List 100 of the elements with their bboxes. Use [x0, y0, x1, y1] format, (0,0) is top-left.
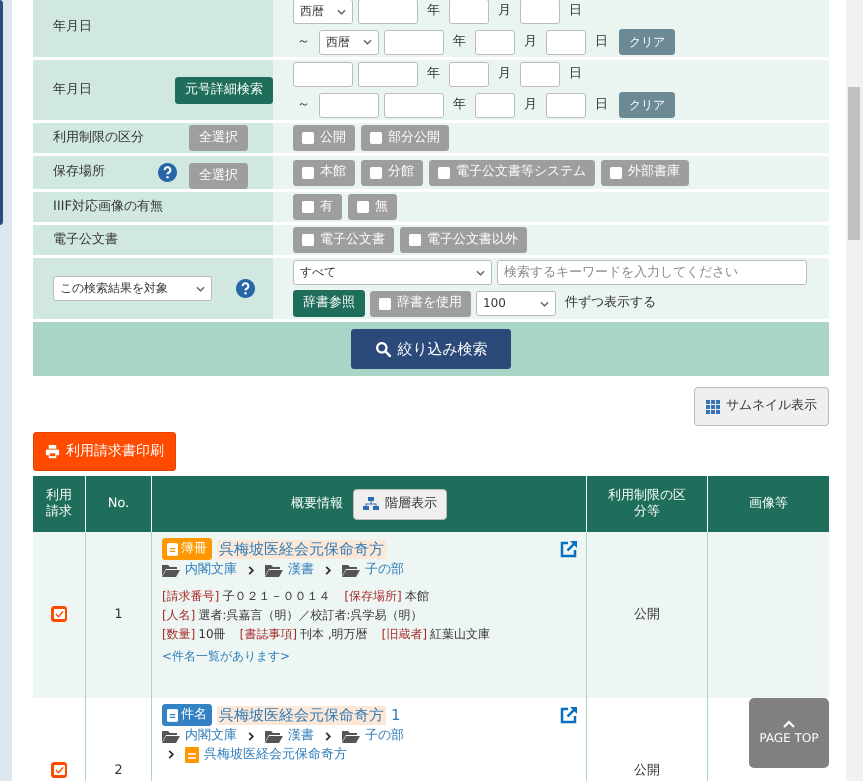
caret-up-icon	[783, 720, 795, 728]
detail-label: [保存場所]	[344, 588, 402, 602]
era-year-field[interactable]	[319, 92, 379, 118]
field-label: 年月日	[53, 18, 93, 36]
unit-label: 年	[452, 96, 467, 114]
day-field[interactable]	[546, 92, 586, 118]
help-icon[interactable]	[158, 163, 177, 182]
era-select[interactable]: 西暦	[293, 0, 353, 24]
folder-icon	[265, 564, 283, 577]
caret-icon	[540, 300, 549, 306]
unit-label: 日	[568, 3, 583, 20]
restriction-text: 公開	[634, 762, 660, 778]
clear-button[interactable]: クリア	[619, 29, 675, 55]
breadcrumb-link[interactable]: 子の部	[365, 728, 404, 744]
hierarchy-view-button[interactable]: 階層表示	[353, 488, 447, 520]
day-field[interactable]	[546, 30, 586, 54]
detail-label: [数量]	[162, 626, 196, 640]
era-year-field[interactable]	[293, 62, 353, 87]
field-label: 年月日	[53, 82, 93, 98]
range-tilde: ～	[296, 34, 311, 50]
document-icon	[185, 746, 199, 763]
checkbox-option[interactable]: 電子公文書	[293, 227, 394, 253]
scope-select[interactable]: この検索結果を対象	[53, 276, 212, 301]
breadcrumb-link[interactable]: 内閣文庫	[185, 562, 237, 578]
breadcrumb-link[interactable]: 内閣文庫	[185, 728, 237, 744]
range-tilde: ～	[296, 96, 311, 114]
day-field[interactable]	[520, 0, 560, 24]
detail-label: [旧蔵者]	[382, 626, 428, 640]
page-top-button[interactable]: PAGE TOP	[749, 698, 829, 768]
breadcrumb-link[interactable]: 子の部	[365, 562, 404, 578]
month-field[interactable]	[449, 0, 489, 24]
record-title-link[interactable]: 呉梅坡医経会元保命奇方	[217, 540, 386, 558]
detail-value: 本館	[404, 588, 429, 602]
year-field[interactable]	[384, 30, 444, 54]
dictionary-button[interactable]: 辞書参照	[293, 290, 365, 317]
unit-label: 月	[497, 66, 512, 83]
unit-label: 年	[452, 34, 467, 50]
filter-search-button[interactable]: 絞り込み検索	[351, 329, 511, 369]
chevron-icon	[248, 566, 254, 575]
folder-icon	[342, 730, 360, 743]
checkbox-option[interactable]: 外部書庫	[601, 160, 689, 186]
type-badge: 件名	[162, 704, 212, 726]
checkbox-option[interactable]: 電子公文書等システム	[429, 160, 595, 186]
keyword-field[interactable]: 検索するキーワードを入力してください	[497, 260, 807, 285]
select-all-button[interactable]: 全選択	[189, 125, 248, 151]
folder-icon	[162, 564, 180, 577]
month-field[interactable]	[449, 62, 489, 87]
clear-button[interactable]: クリア	[619, 92, 675, 118]
era-search-button[interactable]: 元号詳細検索	[175, 76, 273, 104]
detail-label: [請求番号]	[162, 588, 220, 602]
record-title-number: 1	[391, 706, 401, 724]
select-all-button[interactable]: 全選択	[189, 163, 248, 189]
checkbox-option[interactable]: 有	[293, 194, 342, 220]
request-checkbox[interactable]	[51, 606, 67, 622]
month-field[interactable]	[475, 30, 515, 54]
unit-label: 月	[523, 34, 538, 50]
breadcrumb-link[interactable]: 漢書	[288, 728, 314, 744]
per-page-label: 件ずつ表示する	[564, 295, 657, 312]
field-select[interactable]: すべて	[293, 260, 492, 285]
checkbox-option[interactable]: 部分公開	[361, 125, 449, 151]
year-field[interactable]	[358, 0, 418, 24]
unit-label: 月	[523, 96, 538, 114]
row-number: 1	[114, 606, 123, 622]
detail-value: 刊本 ,明万暦	[300, 626, 368, 640]
per-page-select[interactable]: 100	[476, 291, 556, 316]
detail-value: 子０２１－００１４	[222, 588, 330, 602]
record-title-link[interactable]: 呉梅坡医経会元保命奇方	[217, 706, 386, 724]
month-field[interactable]	[475, 92, 515, 118]
year-field[interactable]	[358, 62, 418, 87]
column-header: No.	[108, 496, 130, 512]
era-select[interactable]: 西暦	[319, 30, 379, 54]
checkbox-option[interactable]: 公開	[293, 125, 355, 151]
unit-label: 日	[594, 96, 609, 114]
restriction-text: 公開	[634, 606, 660, 622]
chevron-icon	[168, 750, 174, 760]
checkbox-option[interactable]: 本館	[293, 160, 355, 186]
field-label: 電子公文書	[53, 232, 119, 248]
row-number: 2	[114, 762, 123, 778]
parent-record-link[interactable]: 呉梅坡医経会元保命奇方	[204, 746, 347, 763]
print-request-button[interactable]: 利用請求書印刷	[33, 432, 176, 471]
unit-label: 年	[426, 66, 441, 83]
checkbox-option[interactable]: 辞書を使用	[370, 290, 471, 316]
checkbox-option[interactable]: 分館	[361, 160, 423, 186]
day-field[interactable]	[520, 62, 560, 87]
checkbox-option[interactable]: 無	[348, 194, 397, 220]
scrollbar[interactable]	[846, 0, 863, 781]
request-checkbox[interactable]	[51, 762, 67, 778]
column-header: 利用請求	[45, 488, 73, 520]
breadcrumb-link[interactable]: 漢書	[288, 562, 314, 578]
help-icon[interactable]	[236, 279, 255, 298]
year-field[interactable]	[384, 92, 444, 118]
caret-icon	[196, 286, 205, 292]
thumbnail-view-button[interactable]: サムネイル表示	[694, 387, 829, 426]
caret-icon	[476, 270, 485, 276]
checkbox-option[interactable]: 電子公文書以外	[400, 227, 527, 253]
printer-icon	[45, 444, 60, 459]
detail-value: 選者:呉嘉言（明）／校訂者:呉学易（明）	[198, 608, 422, 622]
external-link-icon[interactable]	[560, 540, 578, 558]
external-link-icon[interactable]	[560, 706, 578, 724]
subject-list-link[interactable]: <件名一覧があります>	[162, 648, 578, 664]
